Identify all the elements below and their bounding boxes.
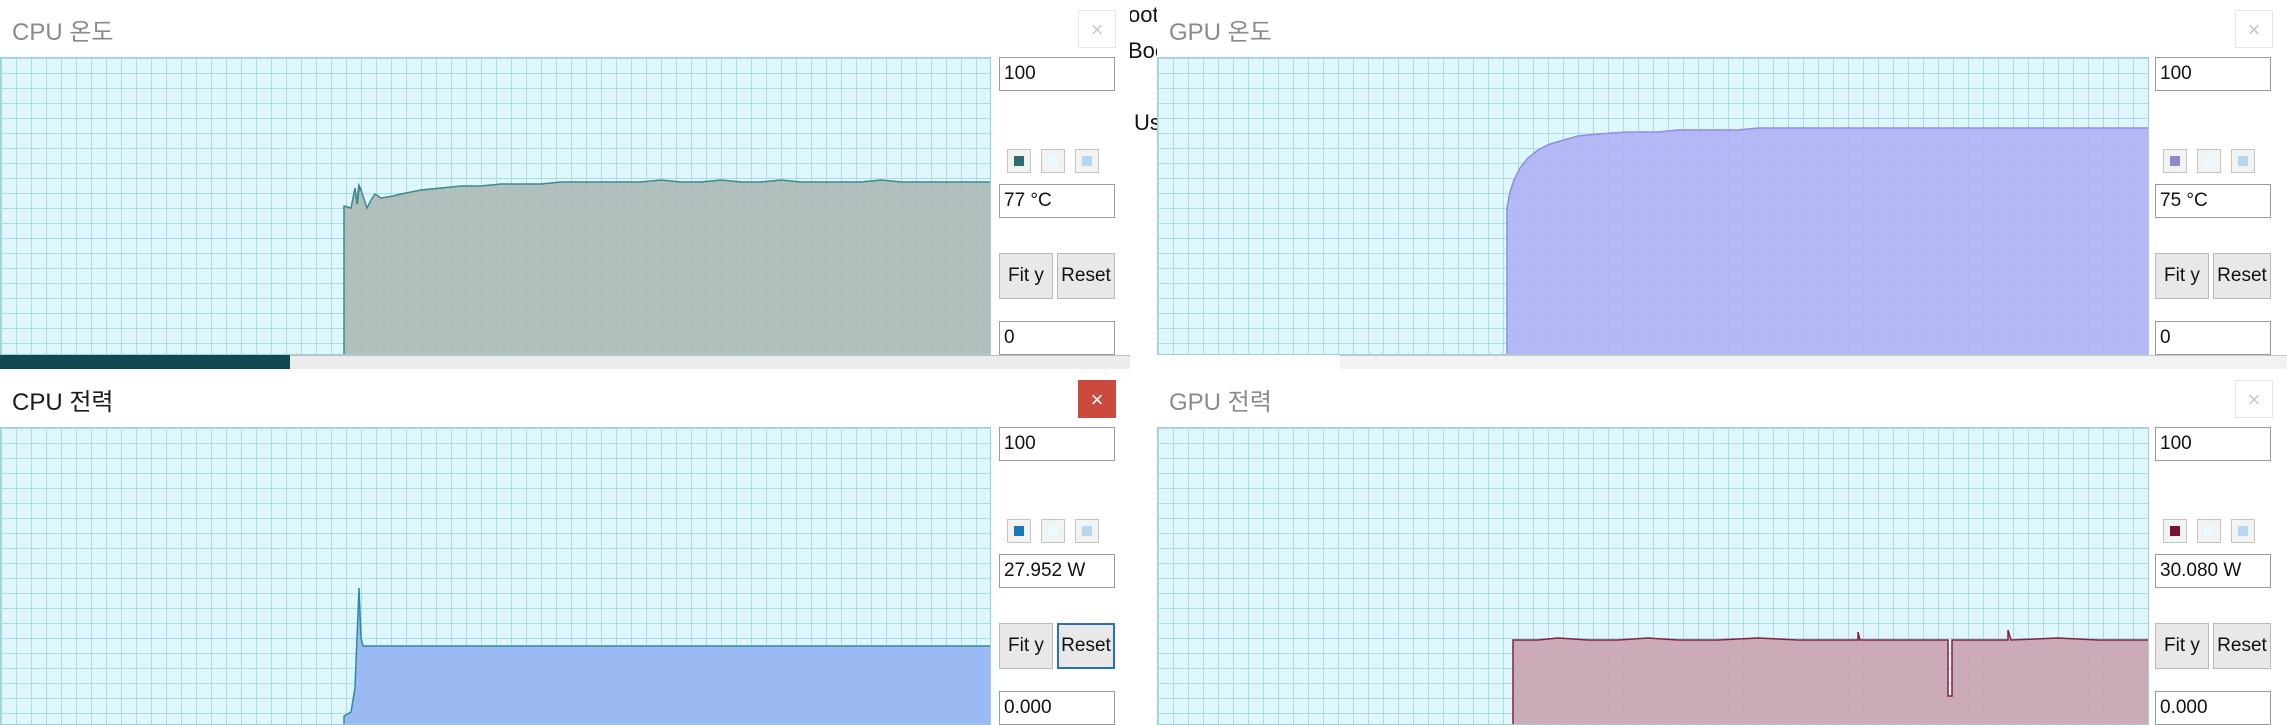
- window-title: CPU 전력: [12, 389, 114, 416]
- current-value-display: 75 °C: [2155, 184, 2271, 218]
- color-chip: [2204, 156, 2214, 166]
- close-button[interactable]: ×: [2235, 10, 2273, 48]
- y-min-input[interactable]: 0.000: [999, 691, 1115, 725]
- temperature-graph: [1506, 127, 2148, 354]
- window-title: GPU 전력: [1169, 389, 1272, 416]
- fit-y-button[interactable]: Fit y: [2155, 623, 2209, 669]
- temperature-graph: [343, 179, 990, 354]
- graph-plot-area: [1157, 427, 2149, 725]
- title-bar[interactable]: GPU 전력 ×: [1157, 370, 2287, 420]
- graph-plot-area: [0, 427, 991, 725]
- gpu-power-window: GPU 전력 × 100 30.080 W Fit y Reset 0.000: [1157, 370, 2287, 725]
- reset-button[interactable]: Reset: [2213, 623, 2271, 669]
- color-chip: [1082, 526, 1092, 536]
- cpu-temperature-window: CPU 온도 × 100 77 °C Fit y Reset 0: [0, 0, 1130, 355]
- color-chip: [1082, 156, 1092, 166]
- background-color-swatch[interactable]: [2197, 149, 2221, 173]
- line-color-swatch[interactable]: [2163, 149, 2187, 173]
- color-chip: [1048, 156, 1058, 166]
- title-bar[interactable]: GPU 온도 ×: [1157, 0, 2287, 50]
- y-max-input[interactable]: 100: [999, 57, 1115, 91]
- gpu-temperature-window: GPU 온도 × 100 75 °C Fit y Reset 0: [1157, 0, 2287, 355]
- y-min-input[interactable]: 0.000: [2155, 691, 2271, 725]
- reset-button[interactable]: Reset: [2213, 253, 2271, 299]
- background-window-edge: [1340, 355, 2287, 369]
- line-color-swatch[interactable]: [1007, 149, 1031, 173]
- line-color-swatch[interactable]: [2163, 519, 2187, 543]
- color-chip: [2170, 156, 2180, 166]
- fit-y-button[interactable]: Fit y: [999, 253, 1053, 299]
- color-chip: [2204, 526, 2214, 536]
- color-chip: [1014, 526, 1024, 536]
- grid-color-swatch[interactable]: [1075, 149, 1099, 173]
- window-title: GPU 온도: [1169, 19, 1272, 46]
- color-chip: [1014, 156, 1024, 166]
- background-taskbar-fragment: [0, 355, 290, 369]
- graph-controls: 100 75 °C Fit y Reset 0: [2153, 57, 2271, 355]
- graph-controls: 100 30.080 W Fit y Reset 0.000: [2153, 427, 2271, 725]
- background-text-fragment: oot: [1128, 2, 1159, 27]
- power-graph: [343, 587, 990, 724]
- title-bar[interactable]: CPU 전력 ×: [0, 370, 1130, 420]
- fit-y-button[interactable]: Fit y: [999, 623, 1053, 669]
- y-max-input[interactable]: 100: [999, 427, 1115, 461]
- graph-fill-area: [1506, 127, 2148, 354]
- background-window-edge: [290, 355, 1130, 369]
- y-max-input[interactable]: 100: [2155, 427, 2271, 461]
- color-chip: [1048, 526, 1058, 536]
- graph-fill-area: [343, 179, 990, 354]
- close-button[interactable]: ×: [1078, 380, 1116, 418]
- graph-controls: 100 27.952 W Fit y Reset 0.000: [997, 427, 1115, 725]
- grid-color-swatch[interactable]: [2231, 149, 2255, 173]
- y-max-input[interactable]: 100: [2155, 57, 2271, 91]
- background-color-swatch[interactable]: [2197, 519, 2221, 543]
- y-min-input[interactable]: 0: [2155, 321, 2271, 355]
- reset-button[interactable]: Reset: [1057, 623, 1115, 669]
- reset-button[interactable]: Reset: [1057, 253, 1115, 299]
- current-value-display: 30.080 W: [2155, 554, 2271, 588]
- grid-color-swatch[interactable]: [2231, 519, 2255, 543]
- graph-fill-area: [343, 587, 990, 724]
- fit-y-button[interactable]: Fit y: [2155, 253, 2209, 299]
- graph-plot-area: [1157, 57, 2149, 355]
- power-graph: [1512, 629, 2148, 724]
- background-color-swatch[interactable]: [1041, 519, 1065, 543]
- window-title: CPU 온도: [12, 19, 114, 46]
- graph-fill-area: [1512, 629, 2148, 724]
- current-value-display: 27.952 W: [999, 554, 1115, 588]
- y-min-input[interactable]: 0: [999, 321, 1115, 355]
- close-button[interactable]: ×: [1078, 10, 1116, 48]
- line-color-swatch[interactable]: [1007, 519, 1031, 543]
- cpu-power-window: CPU 전력 × 100 27.952 W Fit y Reset 0.000: [0, 370, 1130, 725]
- color-chip: [2238, 156, 2248, 166]
- color-chip: [2170, 526, 2180, 536]
- close-button[interactable]: ×: [2235, 380, 2273, 418]
- current-value-display: 77 °C: [999, 184, 1115, 218]
- background-color-swatch[interactable]: [1041, 149, 1065, 173]
- graph-controls: 100 77 °C Fit y Reset 0: [997, 57, 1115, 355]
- color-chip: [2238, 526, 2248, 536]
- grid-color-swatch[interactable]: [1075, 519, 1099, 543]
- graph-plot-area: [0, 57, 991, 355]
- title-bar[interactable]: CPU 온도 ×: [0, 0, 1130, 50]
